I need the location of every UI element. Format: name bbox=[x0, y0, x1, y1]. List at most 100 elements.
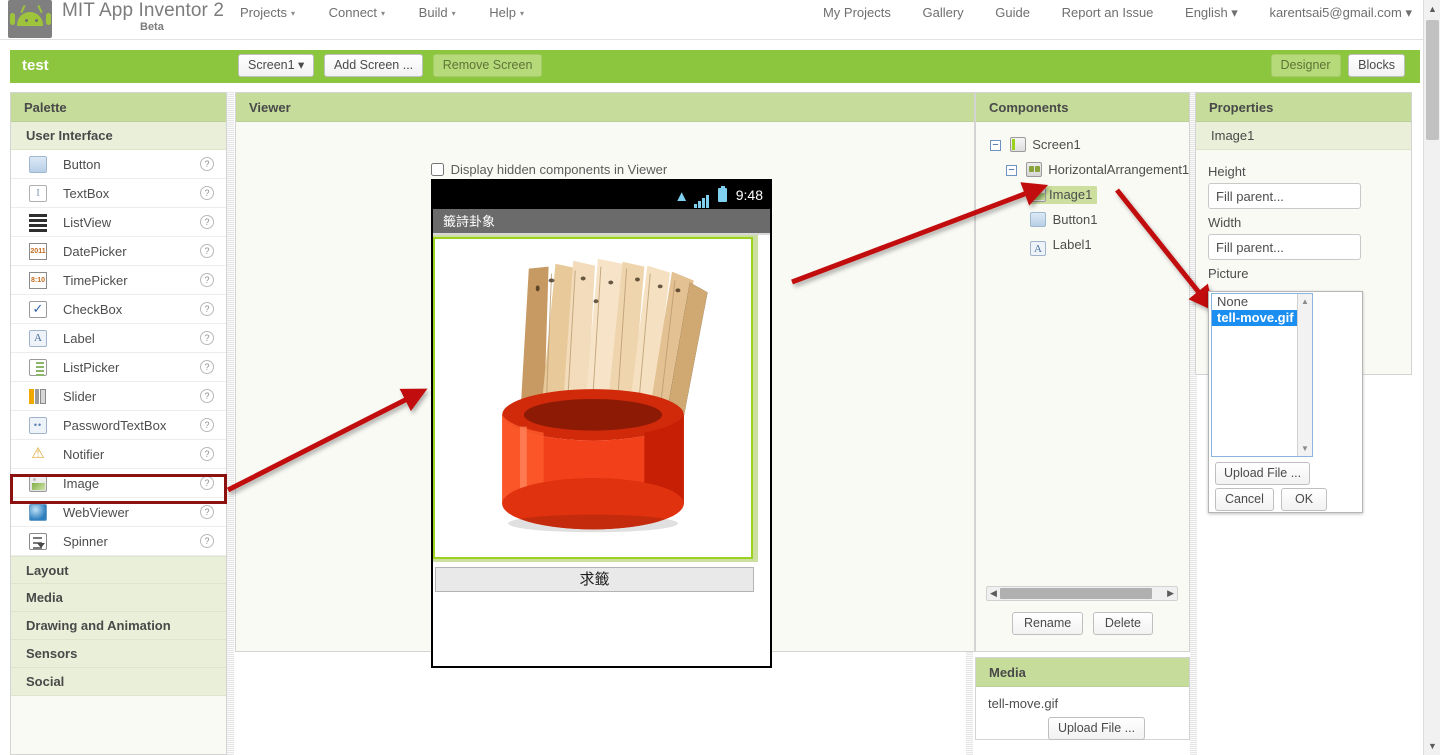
collapse-toggle-icon[interactable]: − bbox=[1006, 165, 1017, 176]
components-horizontal-scrollbar[interactable]: ◀ ▶ bbox=[986, 586, 1178, 601]
palette-section-media[interactable]: Media bbox=[11, 584, 226, 612]
project-bar: test Screen1 ▾ Add Screen ... Remove Scr… bbox=[10, 50, 1420, 83]
remove-screen-button[interactable]: Remove Screen bbox=[432, 54, 543, 77]
rename-button[interactable]: Rename bbox=[1011, 612, 1084, 635]
scrollbar-thumb[interactable] bbox=[1000, 588, 1152, 599]
picture-cancel-button[interactable]: Cancel bbox=[1215, 488, 1274, 511]
palette-item-button[interactable]: Button ? bbox=[11, 150, 226, 179]
scroll-up-icon[interactable]: ▲ bbox=[1301, 297, 1309, 306]
palette-item-listpicker[interactable]: ListPicker ? bbox=[11, 353, 226, 382]
tree-node-image1[interactable]: Image1 bbox=[986, 182, 1189, 207]
palette-item-passwordtextbox[interactable]: •• PasswordTextBox ? bbox=[11, 411, 226, 440]
help-icon[interactable]: ? bbox=[200, 302, 214, 316]
palette-item-slider[interactable]: Slider ? bbox=[11, 382, 226, 411]
language-selector[interactable]: English ▾ bbox=[1185, 5, 1238, 21]
datepicker-icon: 2011 bbox=[29, 243, 47, 260]
tree-node-label: Label1 bbox=[1052, 237, 1092, 252]
scroll-left-icon[interactable]: ◀ bbox=[990, 588, 997, 599]
help-icon[interactable]: ? bbox=[200, 447, 214, 461]
picture-option-list[interactable]: None tell-move.gif ▲ ▼ bbox=[1211, 293, 1313, 457]
timepicker-icon: 8:10 bbox=[29, 272, 47, 289]
palette-item-textbox[interactable]: I TextBox ? bbox=[11, 179, 226, 208]
menu-connect-label: Connect bbox=[328, 5, 378, 20]
tree-node-label1[interactable]: A Label1 bbox=[986, 232, 1189, 257]
signal-icon bbox=[693, 186, 710, 208]
palette-item-notifier[interactable]: ⚠ Notifier ? bbox=[11, 440, 226, 469]
palette-section-user-interface[interactable]: User Interface bbox=[11, 122, 226, 150]
help-icon[interactable]: ? bbox=[200, 476, 214, 490]
scroll-up-icon[interactable]: ▲ bbox=[1428, 4, 1437, 14]
menu-help[interactable]: Help ▾ bbox=[489, 5, 524, 20]
menu-projects[interactable]: Projects ▾ bbox=[240, 5, 295, 20]
palette-section-layout[interactable]: Layout bbox=[11, 556, 226, 584]
scroll-right-icon[interactable]: ▶ bbox=[1167, 588, 1174, 599]
help-icon[interactable]: ? bbox=[200, 418, 214, 432]
image-component-preview[interactable] bbox=[433, 237, 753, 559]
palette-item-spinner[interactable]: Spinner ? bbox=[11, 527, 226, 556]
link-my-projects[interactable]: My Projects bbox=[823, 5, 891, 20]
height-field[interactable] bbox=[1208, 183, 1361, 209]
palette-item-image[interactable]: Image ? bbox=[11, 469, 226, 498]
help-icon[interactable]: ? bbox=[200, 505, 214, 519]
help-icon[interactable]: ? bbox=[200, 331, 214, 345]
button-component-preview[interactable]: 求籤 bbox=[435, 567, 754, 592]
properties-header: Properties bbox=[1196, 93, 1411, 122]
palette-item-label: TextBox bbox=[63, 186, 110, 201]
palette-item-listview[interactable]: ListView ? bbox=[11, 208, 226, 237]
link-report-an-issue[interactable]: Report an Issue bbox=[1062, 5, 1154, 20]
tree-node-label: Image1 bbox=[1049, 187, 1093, 202]
user-account-selector[interactable]: karentsai5@gmail.com ▾ bbox=[1269, 5, 1412, 21]
media-upload-file-button[interactable]: Upload File ... bbox=[1047, 717, 1146, 740]
chevron-down-icon: ▾ bbox=[381, 9, 386, 19]
phone-title-bar: 籤詩卦象 bbox=[433, 209, 770, 235]
add-screen-button[interactable]: Add Screen ... bbox=[323, 54, 424, 77]
palette-item-datepicker[interactable]: 2011 DatePicker ? bbox=[11, 237, 226, 266]
palette-section-social[interactable]: Social bbox=[11, 668, 226, 696]
palette-section-sensors[interactable]: Sensors bbox=[11, 640, 226, 668]
tree-node-horizontalarrangement1[interactable]: − HorizontalArrangement1 bbox=[986, 157, 1189, 182]
scroll-down-icon[interactable]: ▼ bbox=[1428, 741, 1437, 751]
help-icon[interactable]: ? bbox=[200, 186, 214, 200]
palette-item-timepicker[interactable]: 8:10 TimePicker ? bbox=[11, 266, 226, 295]
help-icon[interactable]: ? bbox=[200, 273, 214, 287]
scrollbar-thumb[interactable] bbox=[1426, 20, 1439, 140]
chevron-down-icon: ▾ bbox=[451, 9, 456, 19]
tree-node-screen1[interactable]: − Screen1 bbox=[986, 132, 1189, 157]
blocks-tab[interactable]: Blocks bbox=[1348, 54, 1405, 77]
picture-ok-button[interactable]: OK bbox=[1281, 488, 1328, 511]
designer-tab[interactable]: Designer bbox=[1270, 54, 1341, 77]
page-scrollbar[interactable]: ▲ ▼ bbox=[1423, 0, 1440, 755]
app-inventor-logo-icon bbox=[8, 0, 52, 38]
media-header: Media bbox=[976, 658, 1189, 687]
help-icon[interactable]: ? bbox=[200, 360, 214, 374]
display-hidden-components-row[interactable]: Display hidden components in Viewer bbox=[431, 162, 667, 177]
media-file-item[interactable]: tell-move.gif bbox=[976, 696, 1189, 711]
palette-item-checkbox[interactable]: ✓ CheckBox ? bbox=[11, 295, 226, 324]
picture-upload-file-button[interactable]: Upload File ... bbox=[1215, 462, 1311, 485]
tree-node-button1[interactable]: Button1 bbox=[986, 207, 1189, 232]
display-hidden-components-checkbox[interactable] bbox=[431, 163, 444, 176]
width-field[interactable] bbox=[1208, 234, 1361, 260]
scroll-down-icon[interactable]: ▼ bbox=[1301, 444, 1309, 453]
link-guide[interactable]: Guide bbox=[995, 5, 1030, 20]
palette-section-drawing-and-animation[interactable]: Drawing and Animation bbox=[11, 612, 226, 640]
delete-button[interactable]: Delete bbox=[1092, 612, 1153, 635]
palette-item-label[interactable]: A Label ? bbox=[11, 324, 226, 353]
component-tree: − Screen1 − HorizontalArrangement1 Image… bbox=[976, 122, 1189, 257]
properties-component-name: Image1 bbox=[1196, 122, 1411, 150]
components-panel: Components − Screen1 − HorizontalArrange… bbox=[975, 92, 1190, 652]
help-icon[interactable]: ? bbox=[200, 215, 214, 229]
menu-build[interactable]: Build ▾ bbox=[419, 5, 456, 20]
link-gallery[interactable]: Gallery bbox=[922, 5, 963, 20]
image-icon bbox=[29, 475, 47, 492]
help-icon[interactable]: ? bbox=[200, 534, 214, 548]
help-icon[interactable]: ? bbox=[200, 244, 214, 258]
palette-item-webviewer[interactable]: WebViewer ? bbox=[11, 498, 226, 527]
help-icon[interactable]: ? bbox=[200, 157, 214, 171]
palette-item-label: Notifier bbox=[63, 447, 105, 462]
screen-selector[interactable]: Screen1 ▾ bbox=[238, 54, 315, 77]
picture-list-scrollbar[interactable]: ▲ ▼ bbox=[1297, 294, 1312, 456]
help-icon[interactable]: ? bbox=[200, 389, 214, 403]
menu-connect[interactable]: Connect ▾ bbox=[329, 5, 385, 20]
collapse-toggle-icon[interactable]: − bbox=[990, 140, 1001, 151]
